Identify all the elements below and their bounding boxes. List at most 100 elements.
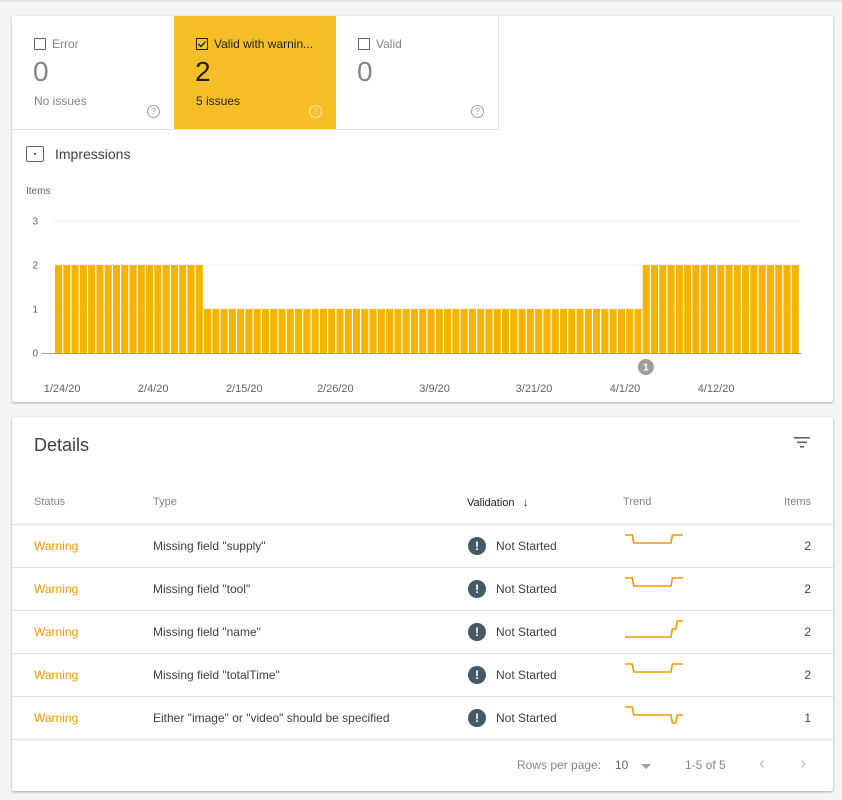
bar[interactable]	[717, 265, 725, 353]
checkbox-unchecked-icon[interactable]	[26, 146, 44, 162]
bar[interactable]	[204, 309, 212, 353]
impressions-toggle[interactable]: Impressions	[26, 146, 130, 162]
bar[interactable]	[212, 309, 220, 353]
bar[interactable]	[121, 265, 129, 353]
help-icon[interactable]: ?	[471, 105, 484, 118]
column-items[interactable]: Items	[743, 481, 833, 525]
bar[interactable]	[742, 265, 750, 353]
bar[interactable]	[609, 309, 617, 353]
bar[interactable]	[361, 309, 369, 353]
bar[interactable]	[88, 265, 96, 353]
bar[interactable]	[286, 309, 294, 353]
bar[interactable]	[394, 309, 402, 353]
bar[interactable]	[402, 309, 410, 353]
column-type[interactable]: Type	[153, 481, 467, 525]
rows-per-page-select[interactable]: 10	[615, 758, 628, 772]
bar[interactable]	[245, 309, 253, 353]
bar[interactable]	[386, 309, 394, 353]
bar[interactable]	[452, 309, 460, 353]
bar[interactable]	[518, 309, 526, 353]
tile-valid[interactable]: Valid 0 ?	[336, 16, 498, 129]
bar[interactable]	[295, 309, 303, 353]
help-icon[interactable]: ?	[309, 105, 322, 118]
bar[interactable]	[170, 265, 178, 353]
sort-down-arrow-icon[interactable]: ↓	[523, 495, 529, 509]
bar[interactable]	[634, 309, 642, 353]
help-icon[interactable]: ?	[147, 105, 160, 118]
bar[interactable]	[195, 265, 203, 353]
bar[interactable]	[261, 309, 270, 353]
bar[interactable]	[237, 309, 245, 353]
annotation-marker[interactable]: 1	[637, 359, 654, 375]
bar[interactable]	[129, 265, 137, 353]
bar[interactable]	[435, 309, 443, 353]
bar[interactable]	[775, 265, 783, 353]
bar[interactable]	[675, 265, 683, 353]
bar[interactable]	[369, 309, 377, 353]
bar[interactable]	[303, 309, 311, 353]
bar[interactable]	[750, 265, 758, 353]
bar[interactable]	[477, 309, 485, 353]
bar[interactable]	[410, 309, 419, 353]
bar[interactable]	[783, 265, 791, 353]
column-status[interactable]: Status	[12, 481, 153, 525]
bar[interactable]	[311, 309, 319, 353]
bar[interactable]	[228, 309, 236, 353]
checkbox-unchecked-icon[interactable]	[358, 38, 370, 50]
bar[interactable]	[336, 309, 344, 353]
bar[interactable]	[162, 265, 170, 353]
bar[interactable]	[601, 309, 609, 353]
bar[interactable]	[791, 265, 799, 353]
bar[interactable]	[96, 265, 104, 353]
tile-error[interactable]: Error 0 No issues ?	[12, 16, 174, 129]
bar[interactable]	[460, 309, 468, 353]
bar[interactable]	[551, 309, 559, 353]
bar[interactable]	[576, 309, 584, 353]
filter-icon[interactable]	[791, 433, 813, 451]
bar[interactable]	[493, 309, 501, 353]
column-validation[interactable]: Validation ↓	[467, 481, 623, 525]
table-row[interactable]: Warning Missing field "supply"! Not Starte…	[12, 524, 833, 568]
bar[interactable]	[708, 265, 717, 353]
bar[interactable]	[278, 309, 286, 353]
bar[interactable]	[725, 265, 733, 353]
bar[interactable]	[766, 265, 774, 353]
bar[interactable]	[344, 309, 352, 353]
bar[interactable]	[468, 309, 476, 353]
bar[interactable]	[659, 265, 667, 353]
prev-page-button[interactable]: ‹	[759, 753, 765, 774]
bar[interactable]	[55, 265, 63, 353]
bar[interactable]	[510, 309, 518, 353]
bar[interactable]	[700, 265, 708, 353]
bar[interactable]	[692, 265, 700, 353]
bar[interactable]	[319, 309, 327, 353]
table-row[interactable]: Warning Missing field "totalTime"! Not Sta…	[12, 653, 833, 697]
bar[interactable]	[485, 309, 493, 353]
bar[interactable]	[667, 265, 675, 353]
bar[interactable]	[377, 309, 385, 353]
bar[interactable]	[104, 265, 112, 353]
checkbox-checked-icon[interactable]	[196, 38, 208, 50]
bar[interactable]	[535, 309, 543, 353]
bar[interactable]	[71, 265, 79, 353]
bar[interactable]	[593, 309, 601, 353]
bar[interactable]	[79, 265, 87, 353]
bar[interactable]	[444, 309, 452, 353]
bar[interactable]	[63, 265, 71, 353]
bar[interactable]	[684, 265, 692, 353]
bar[interactable]	[187, 265, 195, 353]
bar[interactable]	[543, 309, 551, 353]
bar[interactable]	[626, 309, 634, 353]
table-row[interactable]: Warning Missing field "tool"! Not Started 2	[12, 567, 833, 611]
bar[interactable]	[353, 309, 361, 353]
bar[interactable]	[112, 265, 121, 353]
bar[interactable]	[419, 309, 427, 353]
bar[interactable]	[526, 309, 534, 353]
bar[interactable]	[270, 309, 278, 353]
bar[interactable]	[568, 309, 576, 353]
bar[interactable]	[642, 265, 650, 353]
bar[interactable]	[617, 309, 625, 353]
bar[interactable]	[502, 309, 510, 353]
bar[interactable]	[651, 265, 659, 353]
bar[interactable]	[559, 309, 568, 353]
